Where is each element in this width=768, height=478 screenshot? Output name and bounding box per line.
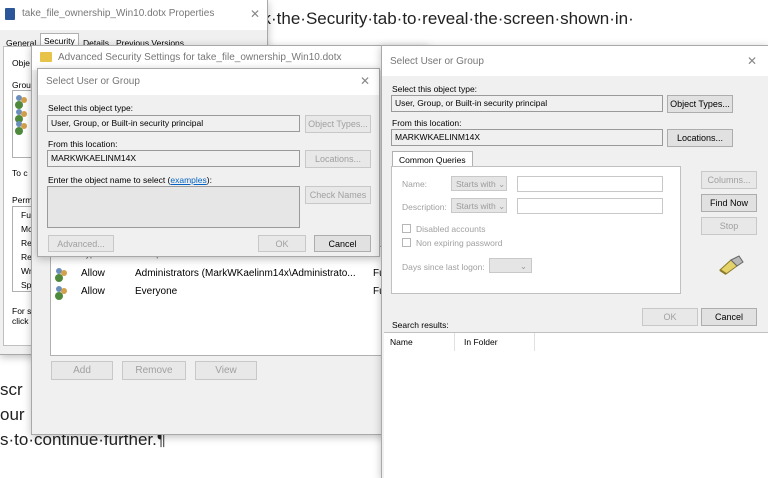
disabled-accounts-checkbox[interactable] (402, 224, 411, 233)
folder-icon (40, 52, 52, 62)
users-icon (15, 109, 29, 121)
add-button[interactable]: Add (51, 361, 113, 380)
remove-button[interactable]: Remove (122, 361, 186, 380)
chevron-down-icon: ⌄ (519, 261, 527, 271)
close-icon[interactable]: ✕ (747, 54, 757, 68)
description-query-input[interactable] (517, 198, 663, 214)
permission-row: Sp (21, 280, 32, 290)
object-types-button[interactable]: Object Types... (667, 95, 733, 113)
name-label: Name: (402, 179, 428, 189)
users-icon (55, 268, 69, 280)
search-results-label: Search results: (392, 320, 449, 330)
examples-link[interactable]: examples (170, 175, 206, 185)
properties-titlebar: take_file_ownership_Win10.dotx Propertie… (0, 0, 267, 30)
entry-principal: Administrators (MarkWKaelinm14x\Administ… (135, 268, 356, 279)
users-icon (15, 121, 29, 133)
non-expiring-password-label: Non expiring password (416, 238, 503, 248)
word-document-icon (5, 8, 15, 20)
columns-button[interactable]: Columns... (701, 171, 757, 189)
location-field: MARKWKAELINM14X (391, 129, 663, 146)
permission-row: Fu (21, 210, 31, 220)
find-now-button[interactable]: Find Now (701, 194, 757, 212)
cancel-button[interactable]: Cancel (314, 235, 371, 252)
locations-button[interactable]: Locations... (667, 129, 733, 147)
results-column-in-folder[interactable]: In Folder (464, 337, 498, 347)
days-since-logon-label: Days since last logon: (402, 262, 485, 272)
select-user-dialog-large: Select User or Group ✕ Select this objec… (381, 45, 768, 478)
object-type-label: Select this object type: (392, 84, 478, 94)
select-large-titlebar: Select User or Group ✕ (382, 46, 768, 76)
location-label: From this location: (48, 139, 118, 149)
document-text-fragment: scr (0, 380, 23, 399)
object-name-input[interactable] (47, 186, 300, 228)
results-column-name[interactable]: Name (390, 337, 413, 347)
users-icon (15, 95, 29, 107)
entry-type: Allow (81, 268, 105, 279)
check-names-button[interactable]: Check Names (305, 186, 371, 204)
object-type-field: User, Group, or Built-in security princi… (47, 115, 300, 132)
select-user-dialog-small: Select User or Group ✕ Select this objec… (37, 68, 380, 257)
table-row[interactable]: Allow Everyone Fu (51, 283, 419, 301)
fragment-label: Obje (12, 58, 30, 68)
properties-title: take_file_ownership_Win10.dotx Propertie… (22, 8, 215, 19)
users-icon (55, 286, 69, 298)
close-icon[interactable]: ✕ (360, 74, 370, 88)
advanced-titlebar: Advanced Security Settings for take_file… (32, 46, 428, 70)
select-small-titlebar: Select User or Group ✕ (38, 69, 379, 95)
name-query-input[interactable] (517, 176, 663, 192)
select-large-title: Select User or Group (390, 56, 484, 67)
document-text-line1: ck·the·Security·tab·to·reveal·the·screen… (254, 9, 634, 28)
fragment-label: To c (12, 168, 28, 178)
fragment-label: click (12, 316, 29, 326)
disabled-accounts-label: Disabled accounts (416, 224, 486, 234)
days-since-logon-select[interactable]: ⌄ (489, 258, 532, 273)
location-field: MARKWKAELINM14X (47, 150, 300, 167)
advanced-button[interactable]: Advanced... (48, 235, 114, 252)
chevron-down-icon: ⌄ (498, 201, 506, 211)
ok-button[interactable]: OK (642, 308, 698, 326)
chevron-down-icon: ⌄ (498, 179, 506, 189)
search-results-list: Name In Folder (384, 332, 768, 478)
name-condition-select[interactable]: Starts with ⌄ (451, 176, 507, 191)
entry-type: Allow (81, 286, 105, 297)
close-icon[interactable]: ✕ (250, 7, 260, 21)
cancel-button[interactable]: Cancel (701, 308, 757, 326)
description-condition-select[interactable]: Starts with ⌄ (451, 198, 507, 213)
fragment-label: Grou (12, 80, 31, 90)
locations-button[interactable]: Locations... (305, 150, 371, 168)
fragment-label: Perm (12, 195, 33, 205)
location-label: From this location: (392, 118, 462, 128)
object-type-field: User, Group, or Built-in security princi… (391, 95, 663, 112)
document-text-fragment: our (0, 405, 25, 424)
view-button[interactable]: View (195, 361, 257, 380)
enter-object-name-label: Enter the object name to select (example… (48, 175, 212, 185)
object-types-button[interactable]: Object Types... (305, 115, 371, 133)
select-small-title: Select User or Group (46, 76, 140, 87)
ok-button[interactable]: OK (258, 235, 306, 252)
description-label: Description: (402, 202, 447, 212)
object-type-label: Select this object type: (48, 103, 134, 113)
fragment-label: For s (12, 306, 32, 316)
entry-principal: Everyone (135, 286, 178, 297)
column-divider (454, 333, 455, 351)
column-divider (534, 333, 535, 351)
permission-entries-list: Type Principal Allow Administrators (Mar… (50, 246, 420, 356)
non-expiring-password-checkbox[interactable] (402, 238, 411, 247)
advanced-title: Advanced Security Settings for take_file… (58, 52, 342, 63)
search-flashlight-icon (719, 255, 744, 275)
table-row[interactable]: Allow Administrators (MarkWKaelinm14x\Ad… (51, 265, 419, 283)
stop-button[interactable]: Stop (701, 217, 757, 235)
